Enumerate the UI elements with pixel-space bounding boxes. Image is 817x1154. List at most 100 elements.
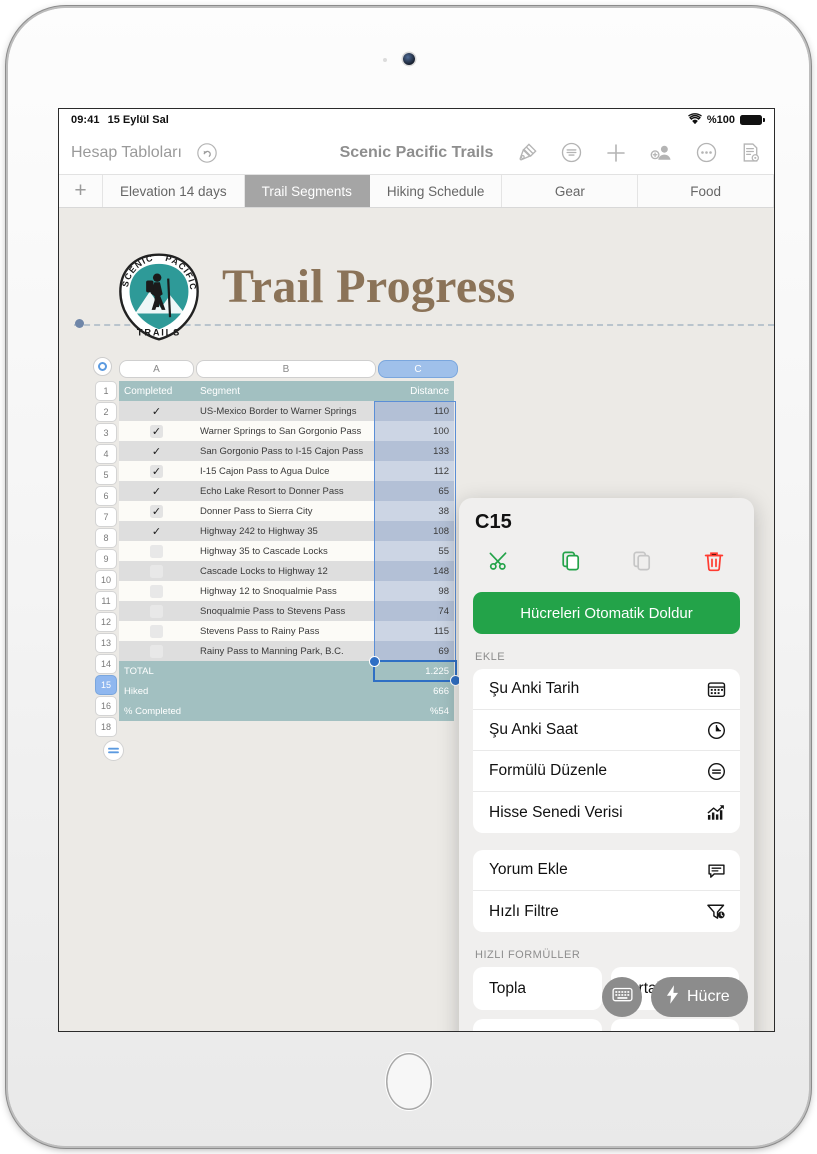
table-row[interactable]: Stevens Pass to Rainy Pass 115 <box>119 621 454 641</box>
row-number[interactable]: 8 <box>95 528 117 548</box>
table-row[interactable]: Snoqualmie Pass to Stevens Pass 74 <box>119 601 454 621</box>
cell-segment[interactable]: Highway 242 to Highway 35 <box>194 521 374 541</box>
checkbox-checked[interactable]: ✓ <box>150 504 163 518</box>
table-row[interactable]: ✓ San Gorgonio Pass to I-15 Cajon Pass 133 <box>119 441 454 461</box>
cell-segment[interactable]: Stevens Pass to Rainy Pass <box>194 621 374 641</box>
checkbox-checked[interactable]: ✓ <box>150 464 163 478</box>
more-icon[interactable] <box>695 141 718 164</box>
cell-segment[interactable]: Highway 35 to Cascade Locks <box>194 541 374 561</box>
checkbox-checked[interactable]: ✓ <box>150 405 163 418</box>
cell-distance[interactable]: 100 <box>374 421 454 441</box>
footer-value-completed[interactable]: %54 <box>374 701 454 721</box>
row-number[interactable]: 18 <box>95 717 117 737</box>
cell-distance[interactable]: 108 <box>374 521 454 541</box>
table-footer-row-completed[interactable]: % Completed %54 <box>119 701 454 721</box>
copy-icon[interactable] <box>535 544 607 578</box>
column-header-b[interactable]: B <box>196 360 376 378</box>
formula-maximum-button[interactable]: Maksimum <box>610 1019 739 1031</box>
checkbox-unchecked[interactable] <box>150 624 163 638</box>
cell-distance[interactable]: 148 <box>374 561 454 581</box>
cell-segment[interactable]: Donner Pass to Sierra City <box>194 501 374 521</box>
checkbox-unchecked[interactable] <box>150 644 163 658</box>
table-select-handle[interactable] <box>93 357 112 376</box>
table-row[interactable]: ✓ Echo Lake Resort to Donner Pass 65 <box>119 481 454 501</box>
checkbox-checked[interactable]: ✓ <box>150 424 163 438</box>
paste-icon[interactable] <box>607 544 679 578</box>
table-row[interactable]: ✓ US-Mexico Border to Warner Springs 110 <box>119 401 454 421</box>
cell-segment[interactable]: Cascade Locks to Highway 12 <box>194 561 374 581</box>
table-row[interactable]: ✓ I-15 Cajon Pass to Agua Dulce 112 <box>119 461 454 481</box>
formula-minimum-button[interactable]: Minimum <box>473 1019 602 1031</box>
menu-item-stock-data[interactable]: Hisse Senedi Verisi <box>473 792 740 833</box>
cell-segment[interactable]: Warner Springs to San Gorgonio Pass <box>194 421 374 441</box>
row-number[interactable]: 1 <box>95 381 117 401</box>
cell-segment[interactable]: Rainy Pass to Manning Park, B.C. <box>194 641 374 661</box>
checkbox-checked[interactable]: ✓ <box>150 525 163 538</box>
menu-item-edit-formula[interactable]: Formülü Düzenle <box>473 751 740 792</box>
row-number[interactable]: 4 <box>95 444 117 464</box>
cell-completed[interactable]: ✓ <box>119 481 194 501</box>
document-view-icon[interactable] <box>739 141 762 164</box>
plus-icon[interactable] <box>604 141 628 165</box>
undo-icon[interactable] <box>196 142 218 164</box>
table-row[interactable]: Rainy Pass to Manning Park, B.C. 69 <box>119 641 454 661</box>
add-sheet-button[interactable]: + <box>59 175 103 207</box>
cell-segment[interactable]: Echo Lake Resort to Donner Pass <box>194 481 374 501</box>
cell-distance[interactable]: 133 <box>374 441 454 461</box>
cell-completed[interactable]: ✓ <box>119 421 194 441</box>
cell-distance[interactable]: 112 <box>374 461 454 481</box>
cell-distance[interactable]: 69 <box>374 641 454 661</box>
table-row[interactable]: Cascade Locks to Highway 12 148 <box>119 561 454 581</box>
sheet-tab-food[interactable]: Food <box>638 175 774 207</box>
cell-completed[interactable] <box>119 621 194 641</box>
menu-item-current-time[interactable]: Şu Anki Saat <box>473 710 740 751</box>
cell-completed[interactable] <box>119 581 194 601</box>
row-number[interactable]: 10 <box>95 570 117 590</box>
checkbox-unchecked[interactable] <box>150 584 163 598</box>
cell-completed[interactable]: ✓ <box>119 501 194 521</box>
cell-distance[interactable]: 110 <box>374 401 454 421</box>
back-to-spreadsheets-button[interactable]: Hesap Tabloları <box>71 144 182 162</box>
cell-distance[interactable]: 55 <box>374 541 454 561</box>
row-number[interactable]: 3 <box>95 423 117 443</box>
selected-cell-outline[interactable] <box>369 656 461 686</box>
column-header-c[interactable]: C <box>378 360 458 378</box>
cell-distance[interactable]: 115 <box>374 621 454 641</box>
table-row[interactable]: ✓ Warner Springs to San Gorgonio Pass 100 <box>119 421 454 441</box>
cell-completed[interactable]: ✓ <box>119 461 194 481</box>
format-icon[interactable] <box>560 141 583 164</box>
cell-segment[interactable]: US-Mexico Border to Warner Springs <box>194 401 374 421</box>
row-number[interactable]: 7 <box>95 507 117 527</box>
row-number[interactable]: 2 <box>95 402 117 422</box>
cell-distance[interactable]: 38 <box>374 501 454 521</box>
cell-completed[interactable]: ✓ <box>119 521 194 541</box>
row-number[interactable]: 16 <box>95 696 117 716</box>
row-number[interactable]: 9 <box>95 549 117 569</box>
add-collaborator-icon[interactable] <box>649 141 674 164</box>
footer-value-hiked[interactable]: 666 <box>374 681 454 701</box>
cell-completed[interactable]: ✓ <box>119 401 194 421</box>
row-number[interactable]: 14 <box>95 654 117 674</box>
autofill-cells-button[interactable]: Hücreleri Otomatik Doldur <box>473 592 740 634</box>
format-brush-icon[interactable] <box>516 141 539 164</box>
selection-handle-top-left[interactable] <box>369 656 380 667</box>
add-row-button[interactable] <box>103 740 124 761</box>
sheet-tab-gear[interactable]: Gear <box>502 175 639 207</box>
table-row[interactable]: Highway 12 to Snoqualmie Pass 98 <box>119 581 454 601</box>
cell-segment[interactable]: I-15 Cajon Pass to Agua Dulce <box>194 461 374 481</box>
checkbox-checked[interactable]: ✓ <box>150 445 163 458</box>
cell-segment[interactable]: Snoqualmie Pass to Stevens Pass <box>194 601 374 621</box>
cell-completed[interactable] <box>119 641 194 661</box>
header-anchor-handle[interactable] <box>75 319 84 328</box>
cell-distance[interactable]: 98 <box>374 581 454 601</box>
checkbox-unchecked[interactable] <box>150 604 163 618</box>
formula-sum-button[interactable]: Topla <box>473 967 602 1010</box>
menu-item-current-date[interactable]: Şu Anki Tarih <box>473 669 740 710</box>
home-button[interactable] <box>385 1053 432 1110</box>
checkbox-unchecked[interactable] <box>150 544 163 558</box>
cell-segment[interactable]: San Gorgonio Pass to I-15 Cajon Pass <box>194 441 374 461</box>
row-number[interactable]: 12 <box>95 612 117 632</box>
cell-completed[interactable] <box>119 561 194 581</box>
menu-item-add-comment[interactable]: Yorum Ekle <box>473 850 740 891</box>
keyboard-button[interactable] <box>602 977 642 1017</box>
